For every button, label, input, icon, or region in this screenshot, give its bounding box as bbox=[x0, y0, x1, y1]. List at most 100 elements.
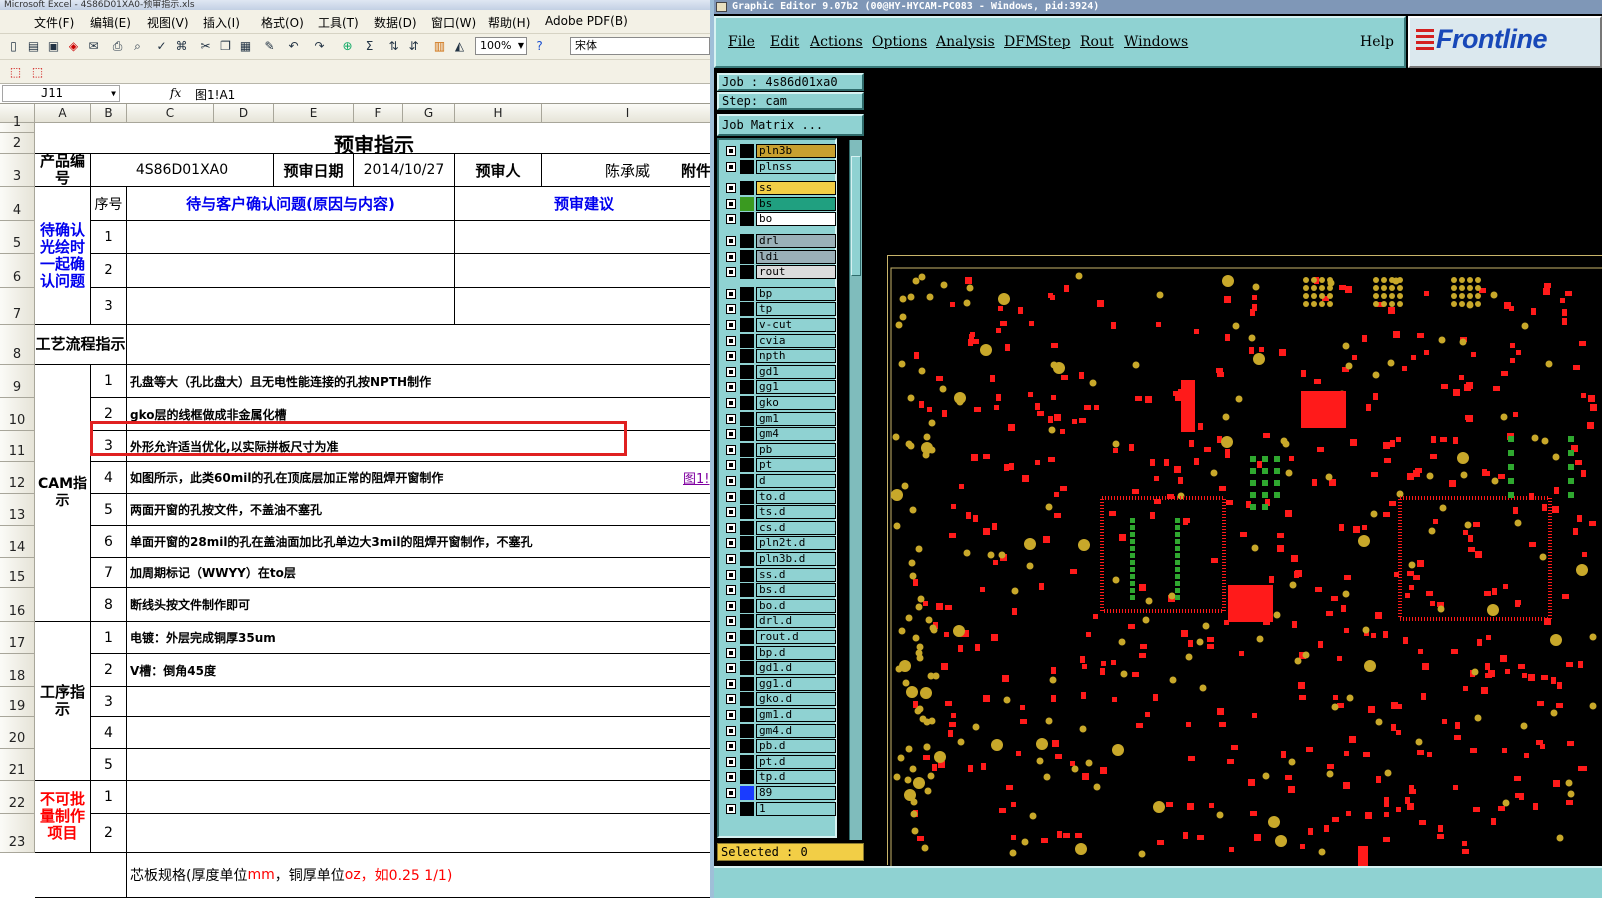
copy-icon[interactable]: ❐ bbox=[218, 39, 233, 54]
cam-item-no[interactable]: 5 bbox=[91, 494, 127, 526]
layer-row[interactable]: pt.d bbox=[723, 754, 836, 769]
excel-menu-7[interactable]: 窗口(W) bbox=[431, 14, 476, 31]
layer-checkbox[interactable] bbox=[726, 507, 736, 518]
sort-descending-icon[interactable]: ⇵ bbox=[406, 39, 421, 54]
frontline-menu-2[interactable]: Actions bbox=[810, 34, 863, 50]
process-item-text[interactable] bbox=[127, 749, 714, 781]
layer-color-swatch[interactable] bbox=[740, 411, 754, 426]
layer-row[interactable]: npth bbox=[723, 349, 836, 364]
frontline-menu-1[interactable]: Edit bbox=[770, 34, 799, 50]
layer-color-swatch[interactable] bbox=[740, 181, 754, 196]
confirm-row-no[interactable]: 3 bbox=[91, 288, 127, 325]
row-header-18[interactable]: 18 bbox=[0, 654, 35, 687]
cam-item-text[interactable]: gko层的线框做成非金属化槽 bbox=[127, 398, 714, 431]
layer-checkbox[interactable] bbox=[726, 725, 736, 736]
layer-name[interactable]: gm4 bbox=[756, 427, 836, 442]
layer-name[interactable]: drl bbox=[756, 234, 836, 248]
excel-menu-8[interactable]: 帮助(H) bbox=[488, 14, 530, 31]
process-item-no[interactable]: 1 bbox=[91, 622, 127, 654]
core-spec-cell[interactable]: 芯板规格(厚度单位 mm ，铜厚单位 oz ，如0.25 1/1) bbox=[127, 853, 714, 898]
drawing-icon[interactable]: ◭ bbox=[452, 39, 467, 54]
layer-row[interactable]: 89 bbox=[723, 786, 836, 800]
frontline-menu-4[interactable]: Analysis bbox=[936, 34, 995, 50]
layer-checkbox[interactable] bbox=[726, 382, 736, 393]
layer-row[interactable]: tp bbox=[723, 302, 836, 317]
layer-name[interactable]: gko bbox=[756, 396, 836, 410]
layer-row[interactable]: pb bbox=[723, 442, 836, 457]
frontline-menu-5[interactable]: DFM bbox=[1004, 34, 1039, 50]
confirm-group-label[interactable]: 待确认光绘时一起确认问题 bbox=[35, 187, 91, 325]
seq-label[interactable]: 序号 bbox=[91, 187, 127, 221]
layer-row[interactable]: pln3b.d bbox=[723, 552, 836, 566]
layer-row[interactable]: gg1.d bbox=[723, 676, 836, 691]
layer-row[interactable]: gko bbox=[723, 396, 836, 410]
permission-icon[interactable]: ◈ bbox=[66, 39, 81, 54]
layer-checkbox[interactable] bbox=[726, 678, 736, 689]
cam-item-no[interactable]: 2 bbox=[91, 398, 127, 431]
print-icon[interactable]: ⎙ bbox=[110, 39, 125, 54]
layer-name[interactable]: tp bbox=[756, 302, 836, 317]
cam-item-text[interactable]: 孔盘等大（孔比盘大）且无电性能连接的孔按NPTH制作 bbox=[127, 365, 714, 398]
process-flow-cell[interactable] bbox=[127, 325, 714, 365]
layer-checkbox[interactable] bbox=[726, 236, 736, 246]
pdf-convert-icon[interactable]: ⬚ bbox=[8, 65, 23, 80]
layer-color-swatch[interactable] bbox=[740, 333, 754, 348]
layer-row[interactable]: gm4.d bbox=[723, 723, 836, 738]
cam-item-no[interactable]: 4 bbox=[91, 462, 127, 494]
layer-checkbox[interactable] bbox=[726, 632, 736, 642]
process-item-text[interactable]: V槽：倒角45度 bbox=[127, 654, 714, 687]
row-header-3[interactable]: 3 bbox=[0, 154, 35, 187]
redo-icon[interactable]: ↷ bbox=[312, 39, 327, 54]
layer-color-swatch[interactable] bbox=[740, 234, 754, 248]
column-header-F[interactable]: F bbox=[354, 104, 403, 123]
issue-header[interactable]: 待与客户确认问题(原因与内容) bbox=[127, 187, 455, 221]
column-header-I[interactable]: I bbox=[542, 104, 714, 123]
layer-color-swatch[interactable] bbox=[740, 159, 754, 174]
layer-color-swatch[interactable] bbox=[740, 318, 754, 332]
layer-row[interactable]: bp bbox=[723, 286, 836, 301]
row-header-20[interactable]: 20 bbox=[0, 717, 35, 749]
column-header-B[interactable]: B bbox=[91, 104, 127, 123]
layer-row[interactable]: pt bbox=[723, 458, 836, 473]
layer-row[interactable]: gm4 bbox=[723, 427, 836, 442]
core-spec-blank[interactable] bbox=[35, 853, 127, 898]
layer-name[interactable]: bo bbox=[756, 212, 836, 227]
layer-checkbox[interactable] bbox=[726, 413, 736, 424]
cam-item-text[interactable]: 单面开窗的28mil的孔在盖油面加比孔单边大3mil的阻焊开窗制作，不塞孔 bbox=[127, 526, 714, 558]
formula-input[interactable]: 图1!A1 bbox=[195, 86, 235, 103]
figure-link[interactable]: 图1! bbox=[680, 462, 714, 494]
layer-checkbox[interactable] bbox=[726, 616, 736, 627]
cam-item-no[interactable]: 1 bbox=[91, 365, 127, 398]
pdf-email-icon[interactable]: ⬚ bbox=[30, 65, 45, 80]
layer-name[interactable]: gg1 bbox=[756, 380, 836, 395]
layer-checkbox[interactable] bbox=[726, 320, 736, 330]
function-icon[interactable]: fx bbox=[170, 86, 181, 100]
layer-checkbox[interactable] bbox=[726, 522, 736, 533]
row-header-16[interactable]: 16 bbox=[0, 588, 35, 622]
layer-name[interactable]: to.d bbox=[756, 489, 836, 504]
row-header-14[interactable]: 14 bbox=[0, 526, 35, 558]
layer-checkbox[interactable] bbox=[726, 491, 736, 502]
undo-icon[interactable]: ↶ bbox=[286, 39, 301, 54]
layer-name[interactable]: bs bbox=[756, 196, 836, 211]
row-header-8[interactable]: 8 bbox=[0, 325, 35, 365]
layer-color-swatch[interactable] bbox=[740, 302, 754, 317]
layer-row[interactable]: rout.d bbox=[723, 630, 836, 644]
layer-color-swatch[interactable] bbox=[740, 676, 754, 691]
layer-checkbox[interactable] bbox=[726, 772, 736, 783]
layer-checkbox[interactable] bbox=[726, 460, 736, 471]
row-header-12[interactable]: 12 bbox=[0, 462, 35, 494]
layer-color-swatch[interactable] bbox=[740, 396, 754, 410]
layer-row[interactable]: ldi bbox=[723, 249, 836, 264]
row-header-9[interactable]: 9 bbox=[0, 365, 35, 398]
confirm-row-no[interactable]: 2 bbox=[91, 254, 127, 288]
frontline-menu-3[interactable]: Options bbox=[872, 34, 927, 50]
layer-name[interactable]: v-cut bbox=[756, 318, 836, 332]
layer-color-swatch[interactable] bbox=[740, 442, 754, 457]
process-flow-label[interactable]: 工艺流程指示 bbox=[35, 325, 127, 365]
layer-row[interactable]: ss.d bbox=[723, 567, 836, 582]
cam-instructions-label[interactable]: CAM指示 bbox=[35, 365, 91, 622]
suggest-header[interactable]: 预审建议 bbox=[455, 187, 714, 221]
layer-checkbox[interactable] bbox=[726, 569, 736, 580]
layer-row[interactable]: gd1.d bbox=[723, 661, 836, 676]
